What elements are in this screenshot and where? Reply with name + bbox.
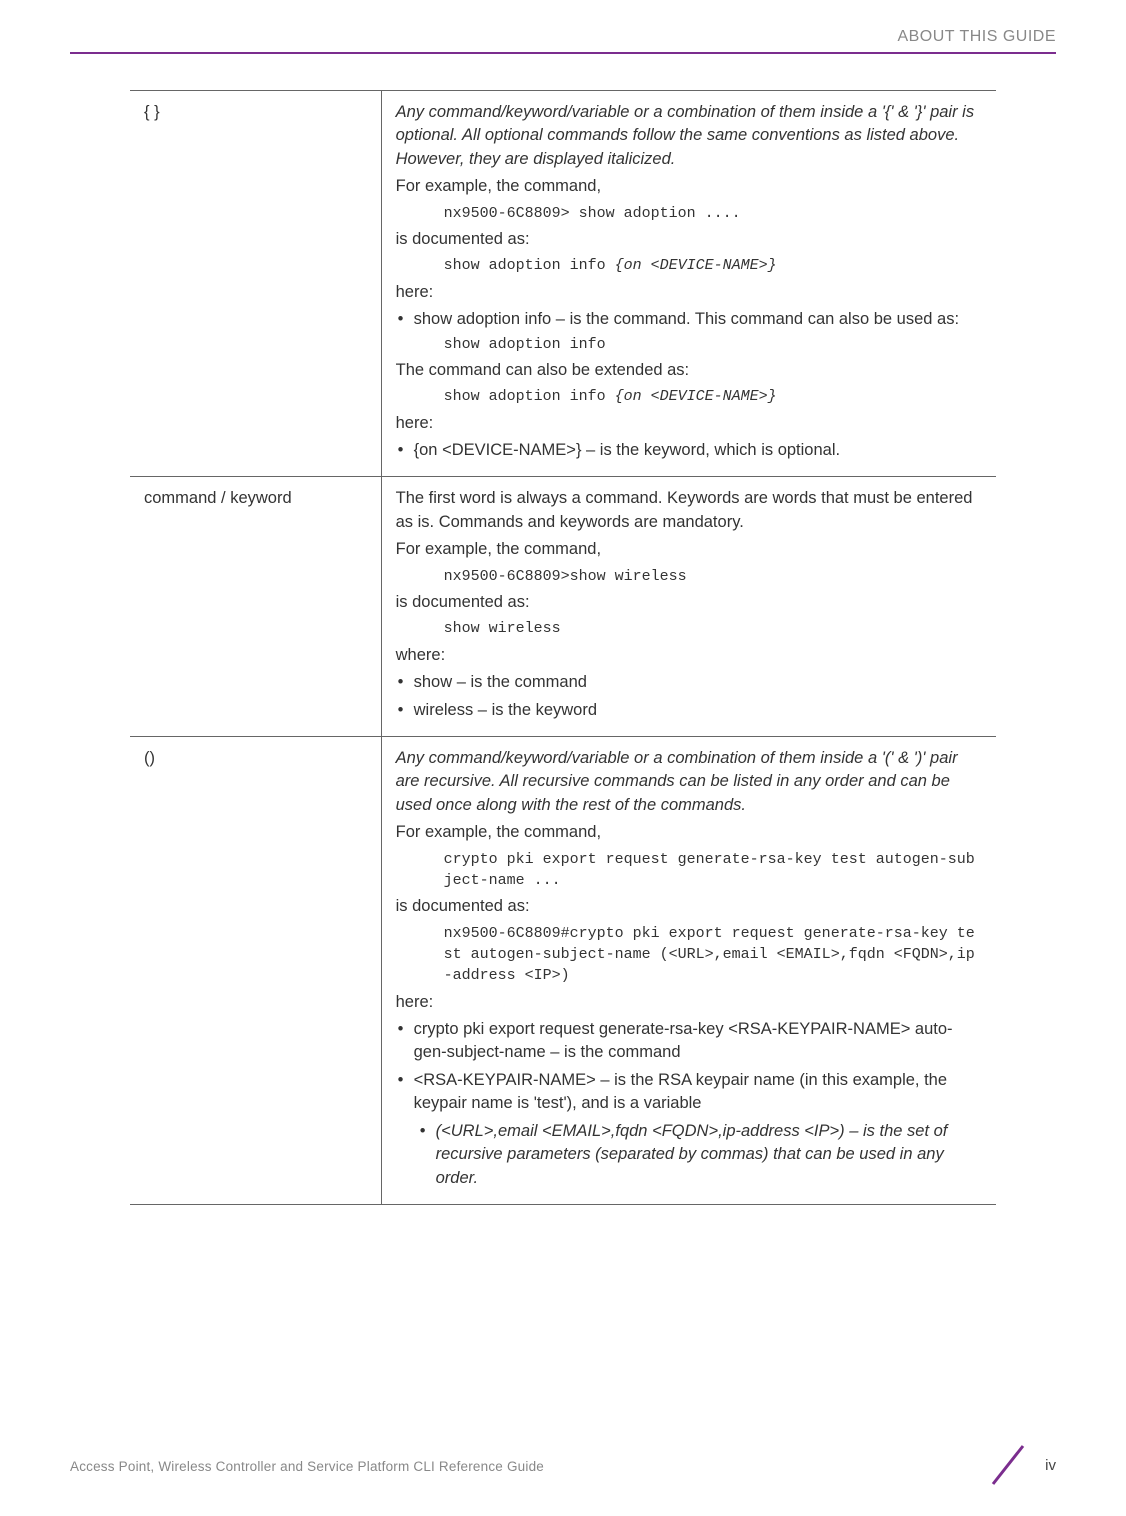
table-row: () Any command/keyword/variable or a com… bbox=[130, 736, 996, 1204]
header-rule bbox=[70, 52, 1056, 54]
text: Any command/keyword/variable or a combin… bbox=[396, 103, 974, 168]
page: ABOUT THIS GUIDE { } Any command/keyword… bbox=[0, 0, 1126, 1516]
code-text: {on <DEVICE-NAME>} bbox=[615, 388, 777, 405]
bullet-list: show adoption info – is the command. Thi… bbox=[396, 308, 982, 355]
table-row: command / keyword The first word is alwa… bbox=[130, 477, 996, 737]
text: is documented as: bbox=[396, 228, 982, 251]
text: For example, the command, bbox=[396, 821, 982, 844]
list-item: show – is the command bbox=[396, 671, 982, 694]
bullet-list: show – is the command wireless – is the … bbox=[396, 671, 982, 722]
description-cell: The first word is always a command. Keyw… bbox=[381, 477, 996, 737]
footer-text: Access Point, Wireless Controller and Se… bbox=[70, 1459, 544, 1474]
text: here: bbox=[396, 412, 982, 435]
list-item: crypto pki export request generate-rsa-k… bbox=[396, 1018, 982, 1065]
header-title: ABOUT THIS GUIDE bbox=[897, 28, 1056, 45]
symbol: { } bbox=[144, 103, 160, 121]
symbol-cell: command / keyword bbox=[130, 477, 381, 737]
code: show wireless bbox=[444, 618, 982, 639]
list-item: wireless – is the keyword bbox=[396, 699, 982, 722]
table-row: { } Any command/keyword/variable or a co… bbox=[130, 91, 996, 477]
code-text: show adoption info bbox=[444, 257, 615, 274]
text: The command can also be extended as: bbox=[396, 359, 982, 382]
text: (<URL>,email <EMAIL>,fqdn <FQDN>,ip-addr… bbox=[436, 1122, 948, 1187]
code: nx9500-6C8809>show wireless bbox=[444, 566, 982, 587]
page-number: iv bbox=[1045, 1457, 1056, 1474]
text: For example, the command, bbox=[396, 538, 982, 561]
table: { } Any command/keyword/variable or a co… bbox=[130, 90, 996, 1205]
symbol-cell: { } bbox=[130, 91, 381, 477]
text: <RSA-KEYPAIR-NAME> – is the RSA keypair … bbox=[414, 1071, 947, 1112]
symbol: command / keyword bbox=[144, 489, 292, 507]
description-cell: Any command/keyword/variable or a combin… bbox=[381, 736, 996, 1204]
bullet-list: {on <DEVICE-NAME>} – is the keyword, whi… bbox=[396, 439, 982, 462]
code-text: show adoption info bbox=[444, 388, 615, 405]
slash-icon bbox=[985, 1442, 1031, 1488]
code: show adoption info bbox=[444, 334, 982, 355]
text: is documented as: bbox=[396, 895, 982, 918]
text: show – is the command bbox=[414, 673, 587, 691]
text: show adoption info – is the command. Thi… bbox=[414, 310, 959, 328]
conventions-table: { } Any command/keyword/variable or a co… bbox=[130, 90, 996, 1205]
code-text: {on <DEVICE-NAME>} bbox=[615, 257, 777, 274]
bullet-list: crypto pki export request generate-rsa-k… bbox=[396, 1018, 982, 1190]
footer-right: iv bbox=[985, 1442, 1056, 1488]
code: crypto pki export request generate-rsa-k… bbox=[444, 849, 982, 892]
page-footer: Access Point, Wireless Controller and Se… bbox=[70, 1458, 1056, 1488]
code: show adoption info {on <DEVICE-NAME>} bbox=[444, 386, 982, 407]
text: {on <DEVICE-NAME>} – is the keyword, whi… bbox=[414, 441, 840, 459]
text: crypto pki export request generate-rsa-k… bbox=[414, 1020, 953, 1061]
code: show adoption info {on <DEVICE-NAME>} bbox=[444, 255, 982, 276]
text: The first word is always a command. Keyw… bbox=[396, 487, 982, 534]
text: Any command/keyword/variable or a combin… bbox=[396, 749, 958, 814]
code: nx9500-6C8809> show adoption .... bbox=[444, 203, 982, 224]
text: here: bbox=[396, 281, 982, 304]
page-header: ABOUT THIS GUIDE bbox=[70, 0, 1056, 60]
list-item: (<URL>,email <EMAIL>,fqdn <FQDN>,ip-addr… bbox=[414, 1120, 982, 1190]
sub-list: (<URL>,email <EMAIL>,fqdn <FQDN>,ip-addr… bbox=[414, 1120, 982, 1190]
list-item: {on <DEVICE-NAME>} – is the keyword, whi… bbox=[396, 439, 982, 462]
list-item: show adoption info – is the command. Thi… bbox=[396, 308, 982, 355]
text: For example, the command, bbox=[396, 175, 982, 198]
text: is documented as: bbox=[396, 591, 982, 614]
description-cell: Any command/keyword/variable or a combin… bbox=[381, 91, 996, 477]
list-item: <RSA-KEYPAIR-NAME> – is the RSA keypair … bbox=[396, 1069, 982, 1190]
text: here: bbox=[396, 991, 982, 1014]
symbol: () bbox=[144, 749, 155, 767]
code: nx9500-6C8809#crypto pki export request … bbox=[444, 923, 982, 987]
symbol-cell: () bbox=[130, 736, 381, 1204]
text: wireless – is the keyword bbox=[414, 701, 597, 719]
text: where: bbox=[396, 644, 982, 667]
